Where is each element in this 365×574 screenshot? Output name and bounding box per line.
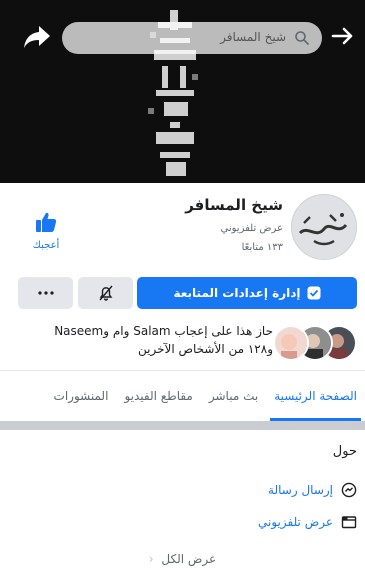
followers-count[interactable]: ١٣٣ متابعًا [242,242,283,253]
cover-photo[interactable]: شيخ المسافر [0,0,365,183]
manage-follow-settings-label: إدارة إعدادات المتابعة [173,286,301,300]
page-category[interactable]: عرض تلفزيوني [221,223,284,234]
page-tabs: الصفحة الرئيسية بث مباشر مقاطع الفيديو ا… [0,371,365,421]
category-link[interactable]: عرض تلفزيوني [258,515,333,529]
liker-avatars[interactable] [273,325,357,361]
arrow-right-icon[interactable] [329,22,357,50]
chevron-left-icon: ‹ [148,552,154,566]
more-options-button[interactable] [18,277,73,309]
like-button[interactable]: أعجبك [26,210,66,251]
see-all-label: عرض الكل [161,552,217,566]
checkbox-icon [307,286,321,300]
search-text: شيخ المسافر [220,30,286,44]
more-dots-icon [37,291,54,295]
search-icon [295,31,310,46]
liked-by-line2: و١٢٨ من الأشخاص الآخرين [138,342,273,356]
tab-home[interactable]: الصفحة الرئيسية [266,371,365,421]
thumbs-up-icon [36,212,57,232]
liked-by-text[interactable]: حاز هذا على إعجاب Salam وام وNaseem و١٢٨… [5,322,273,358]
category-row[interactable]: عرض تلفزيوني [258,512,357,532]
see-all-link[interactable]: عرض الكل ‹ [0,552,365,566]
share-arrow-icon[interactable] [22,24,52,50]
bell-off-icon [98,285,113,301]
tab-videos[interactable]: مقاطع الفيديو [116,371,200,421]
notifications-off-button[interactable] [78,277,133,309]
like-label: أعجبك [32,240,60,251]
liker-avatar-3 [273,325,309,361]
send-message-row[interactable]: إرسال رسالة [268,480,357,500]
tab-live[interactable]: بث مباشر [201,371,266,421]
avatar-calligraphy-icon [292,195,356,259]
page-title: شيخ المسافر [185,196,283,214]
tab-posts[interactable]: المنشورات [46,371,117,421]
about-title: حول [332,444,357,459]
section-separator [0,421,365,430]
send-message-link[interactable]: إرسال رسالة [268,483,333,497]
page-avatar[interactable] [291,194,357,260]
folder-icon [341,516,357,529]
liked-by-line1: حاز هذا على إعجاب Salam وام وNaseem [54,324,273,338]
manage-follow-settings-button[interactable]: إدارة إعدادات المتابعة [137,277,357,309]
messenger-icon [341,482,357,498]
search-input[interactable]: شيخ المسافر [62,22,322,54]
